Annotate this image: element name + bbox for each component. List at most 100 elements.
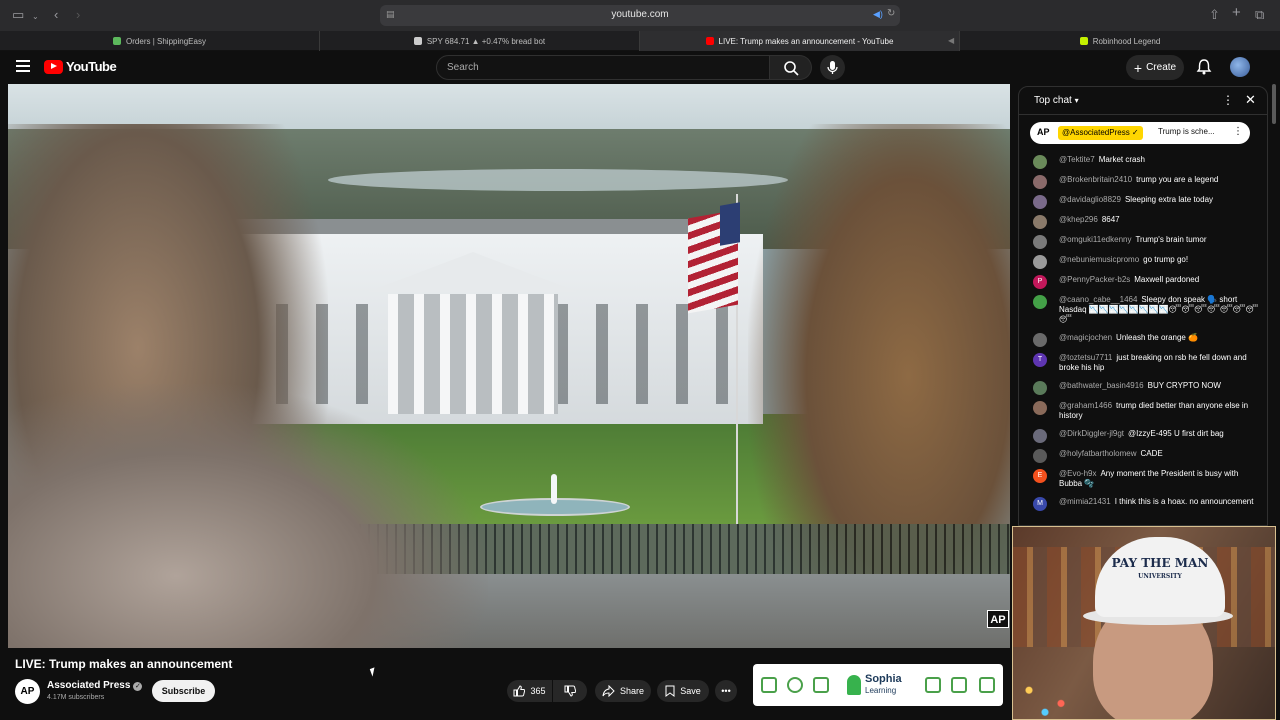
chat-author-name[interactable]: @nebuniemusicpromo [1059,255,1139,264]
chat-message[interactable]: @bathwater_basin4916 BUY CRYPTO NOW [1019,377,1267,397]
live-chat-panel: Top chat ▾ ⋮ ✕ AP @AssociatedPress ✓ Tru… [1018,86,1268,526]
tab-shippingeasy[interactable]: Orders | ShippingEasy [0,31,320,51]
chat-author-name[interactable]: @Brokenbritain2410 [1059,175,1132,184]
chat-author-avatar[interactable] [1033,195,1047,209]
chat-message[interactable]: @khep296 8647 [1019,211,1267,231]
chat-message[interactable]: @Brokenbritain2410 trump you are a legend [1019,171,1267,191]
chat-author-avatar[interactable]: E [1033,469,1047,483]
chat-message[interactable]: @graham1466 trump died better than anyone… [1019,397,1267,425]
video-player[interactable]: AP [8,84,1010,648]
voice-search-button[interactable] [820,55,845,80]
mute-tab-icon[interactable]: ◀ [948,36,954,45]
chat-message-text: Trump's brain tumor [1135,235,1207,244]
chat-author-avatar[interactable]: M [1033,497,1047,511]
chat-mode-selector[interactable]: Top chat ▾ [1034,95,1079,106]
audio-playing-icon[interactable]: ◀) [873,9,883,20]
chat-author-name[interactable]: @mimia21431 [1059,497,1111,506]
chat-message[interactable]: @Tektite7 Market crash [1019,151,1267,171]
chat-message-text: CADE [1140,449,1163,458]
chat-author-name[interactable]: @caano_cabe__1464 [1059,295,1137,304]
chat-author-avatar[interactable] [1033,333,1047,347]
ad-brand-sub: Learning [865,686,897,695]
christmas-lights [1013,677,1093,719]
chat-message[interactable]: M @mimia21431 I think this is a hoax. no a… [1019,493,1267,513]
chat-author-name[interactable]: @DirkDiggler-jl9gt [1059,429,1124,438]
chat-author-avatar[interactable]: T [1033,353,1047,367]
chat-author-avatar[interactable] [1033,381,1047,395]
create-button[interactable]: + Create [1126,55,1184,80]
chat-author-avatar[interactable] [1033,401,1047,415]
chat-author-avatar[interactable] [1033,255,1047,269]
chat-message[interactable]: T @toztetsu7711 just breaking on rsb he fe… [1019,349,1267,377]
chat-message[interactable]: @holyfatbartholomew CADE [1019,445,1267,465]
search-button[interactable] [770,55,812,80]
channel-name-row[interactable]: Associated Press ✓ [47,680,143,691]
menu-icon[interactable] [16,60,30,72]
chat-author-name[interactable]: @magicjochen [1059,333,1112,342]
page-scrollbar[interactable] [1272,84,1276,124]
forward-icon[interactable]: › [76,8,80,22]
chat-author-avatar[interactable] [1033,215,1047,229]
chat-author-avatar[interactable] [1033,235,1047,249]
tab-youtube[interactable]: LIVE: Trump makes an announcement - YouT… [640,31,960,51]
chat-author-name[interactable]: @graham1466 [1059,401,1112,410]
chat-author-avatar[interactable]: P [1033,275,1047,289]
tab-robinhood[interactable]: Robinhood Legend [960,31,1280,51]
chat-author-name[interactable]: @Evo-h9x [1059,469,1096,478]
account-avatar[interactable] [1230,57,1250,77]
chat-author-avatar[interactable] [1033,449,1047,463]
share-button[interactable]: Share [595,680,651,702]
youtube-logo[interactable]: YouTube [44,59,117,74]
channel-avatar[interactable]: AP [15,679,40,704]
like-button[interactable]: 365 [507,680,552,702]
chat-author-avatar[interactable] [1033,175,1047,189]
chat-message-list: @Tektite7 Market crash @Brokenbritain2410 t… [1019,151,1267,513]
chat-message[interactable]: @davidaglio8829 Sleeping extra late today [1019,191,1267,211]
chat-message[interactable]: P @PennyPacker-b2s Maxwell pardoned [1019,271,1267,291]
chat-message[interactable]: E @Evo-h9x Any moment the President is bus… [1019,465,1267,493]
address-bar[interactable]: ▤ youtube.com ◀) ↻ [380,5,900,26]
subscribe-button[interactable]: Subscribe [152,680,215,702]
video-river [328,169,788,191]
tab-overview-icon[interactable]: ⧉ [1255,8,1264,22]
chevron-down-icon[interactable]: ⌄ [32,10,39,24]
close-icon[interactable]: ✕ [1245,92,1256,108]
chat-message[interactable]: @DirkDiggler-jl9gt @IzzyE-495 U first dir… [1019,425,1267,445]
tab-spy[interactable]: SPY 684.71 ▲ +0.47% bread bot [320,31,640,51]
chat-message[interactable]: @omguki11edkenny Trump's brain tumor [1019,231,1267,251]
dislike-button[interactable] [553,680,587,702]
chat-author-name[interactable]: @toztetsu7711 [1059,353,1112,362]
new-tab-icon[interactable]: + [1232,5,1241,20]
chat-message[interactable]: @nebuniemusicpromo go trump go! [1019,251,1267,271]
share-icon[interactable]: ⇧ [1209,8,1220,22]
chat-author-avatar[interactable] [1033,155,1047,169]
chat-author-name[interactable]: @PennyPacker-b2s [1059,275,1130,284]
sidebar-toggle-icon[interactable]: ▭ [12,8,24,22]
search-input[interactable]: Search [436,55,770,80]
notifications-bell-icon[interactable] [1196,58,1212,76]
chat-more-icon[interactable]: ⋮ [1222,93,1234,107]
back-icon[interactable]: ‹ [54,8,58,22]
pinned-message[interactable]: AP @AssociatedPress ✓ Trump is sche... ⋮ [1030,122,1250,144]
chat-author-avatar[interactable] [1033,295,1047,309]
chat-author-name[interactable]: @bathwater_basin4916 [1059,381,1144,390]
save-button[interactable]: Save [657,680,709,702]
chat-author-name[interactable]: @Tektite7 [1059,155,1095,164]
reload-icon[interactable]: ↻ [887,8,895,19]
chat-author-name[interactable]: @omguki11edkenny [1059,235,1131,244]
youtube-header: YouTube Search + Create [0,51,1280,84]
ad-brand: Sophia [865,673,902,685]
chat-author-name[interactable]: @holyfatbartholomew [1059,449,1137,458]
ad-doodle-icon [979,677,995,693]
chat-author-name[interactable]: @davidaglio8829 [1059,195,1121,204]
chat-message[interactable]: @caano_cabe__1464 Sleepy don speak 🗣️ sho… [1019,291,1267,329]
channel-name[interactable]: Associated Press [47,680,130,691]
chat-author-name[interactable]: @khep296 [1059,215,1098,224]
chat-message[interactable]: @magicjochen Unleash the orange 🍊 [1019,329,1267,349]
tab-bar: Orders | ShippingEasy SPY 684.71 ▲ +0.47… [0,31,1280,51]
video-title: LIVE: Trump makes an announcement [15,657,233,671]
more-actions-button[interactable]: ••• [715,680,737,702]
pinned-more-icon[interactable]: ⋮ [1233,126,1243,137]
chat-author-avatar[interactable] [1033,429,1047,443]
ad-banner[interactable]: Sophia Learning [753,664,1003,706]
